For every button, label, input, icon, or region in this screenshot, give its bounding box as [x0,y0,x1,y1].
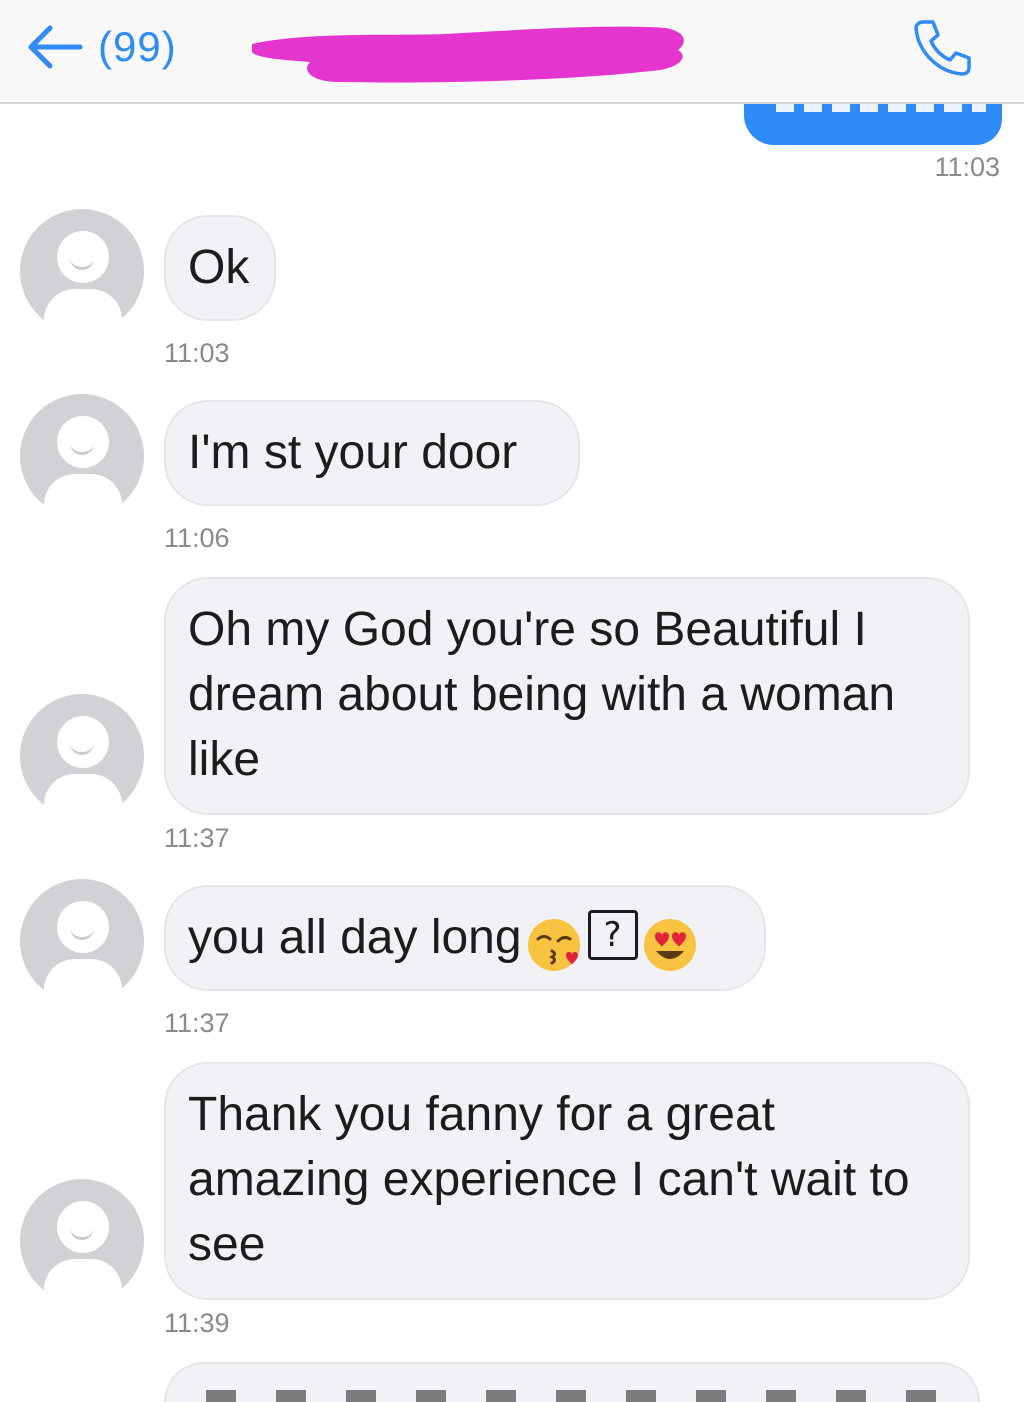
incoming-message-bubble-cutoff[interactable] [164,1362,980,1402]
outgoing-timestamp: 11:03 [934,152,1000,182]
outgoing-message-bubble[interactable] [744,104,1002,145]
message-timestamp: 11:39 [164,1308,230,1338]
message-text: Ok [188,241,250,294]
contact-avatar[interactable] [20,1179,144,1303]
face-blowing-kiss-emoji [526,907,582,972]
missing-glyph-mark: ? [603,915,622,956]
missing-character-box: ? [587,910,638,961]
redacted-contact-name [246,18,692,93]
conversation-header: (99) [0,0,1024,104]
call-button[interactable] [910,18,972,81]
contact-avatar[interactable] [20,879,144,1003]
message-text: I'm st your door [188,426,518,479]
incoming-message-bubble[interactable]: Thank you fanny for a great amazing expe… [164,1062,970,1300]
smiling-face-heart-eyes-emoji [642,907,698,972]
message-timestamp: 11:37 [164,1008,230,1038]
incoming-message-bubble[interactable]: you all day long ? [164,885,766,991]
contact-avatar[interactable] [20,694,144,818]
contact-avatar[interactable] [20,394,144,518]
back-arrow-icon [26,22,84,72]
outgoing-message-text-cutoff [776,104,986,112]
unread-count: (99) [98,23,177,70]
contact-avatar[interactable] [20,209,144,333]
phone-icon [910,20,972,80]
back-button[interactable]: (99) [26,18,177,76]
message-timestamp: 11:37 [164,823,230,853]
message-text-cutoff [206,1390,946,1402]
message-text: Oh my God you're so Beautiful I dream ab… [188,603,896,786]
incoming-message-bubble[interactable]: Oh my God you're so Beautiful I dream ab… [164,577,970,815]
incoming-message-bubble[interactable]: Ok [164,215,276,321]
message-timestamp: 11:06 [164,523,230,553]
message-text: Thank you fanny for a great amazing expe… [188,1088,910,1271]
incoming-message-bubble[interactable]: I'm st your door [164,400,580,506]
message-timestamp: 11:03 [164,338,230,368]
message-text: you all day long [188,911,522,964]
